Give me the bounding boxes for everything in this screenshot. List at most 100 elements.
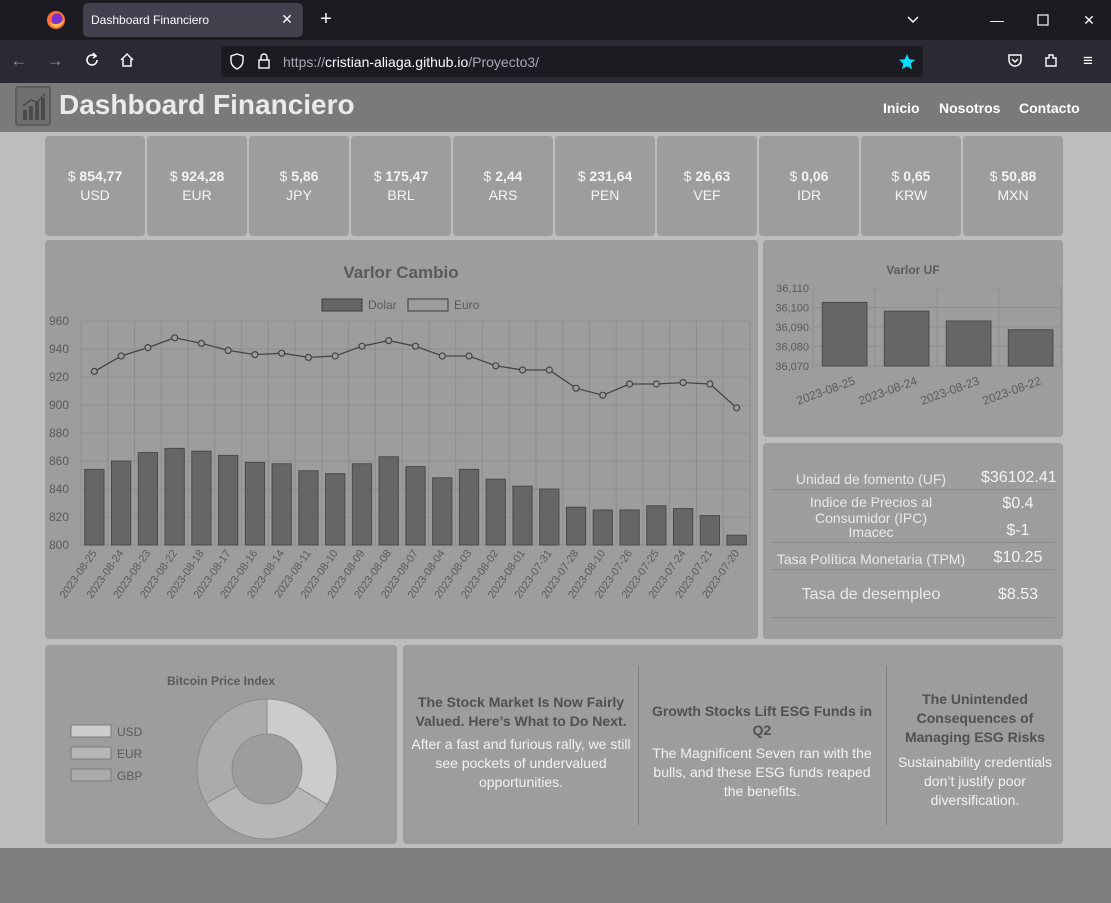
point-euro	[438, 352, 446, 360]
news-item[interactable]: Growth Stocks Lift ESG Funds in Q2 The M…	[643, 702, 881, 801]
indicator-value: $0.4	[1002, 495, 1034, 512]
point-euro	[197, 339, 206, 348]
pocket-icon[interactable]	[1005, 51, 1025, 71]
doughnut-slice	[196, 698, 268, 805]
point-euro	[465, 352, 473, 360]
back-icon[interactable]: ←	[9, 51, 29, 71]
indicator-value: $36102.41	[981, 469, 1057, 486]
legend-swatch-dolar	[321, 298, 363, 312]
currency-card: $ 231,64 PEN	[555, 136, 655, 236]
firefox-icon	[47, 11, 65, 29]
y-tick-label: 880	[49, 426, 69, 440]
currency-card: $ 2,44 ARS	[453, 136, 553, 236]
y-tick-label: 820	[49, 510, 69, 524]
tab-title: Dashboard Financiero	[91, 13, 210, 27]
legend-label: USD	[117, 725, 143, 739]
x-tick-label: 2023-08-24	[857, 374, 920, 408]
bookmark-star-icon[interactable]	[898, 53, 916, 71]
y-tick-label: 36,100	[775, 303, 809, 315]
point-euro	[117, 352, 125, 360]
bar-dolar	[512, 485, 533, 546]
x-tick-label: 2023-08-22	[981, 374, 1044, 408]
indicator-row: Indice de Precios al Consumidor (IPC) $0…	[771, 490, 1055, 526]
menu-inicio[interactable]: Inicio	[883, 100, 920, 116]
bitcoin-chart-panel: Bitcoin Price Index USD EUR GBP	[45, 645, 397, 844]
tab-list-chevron-icon[interactable]	[903, 10, 923, 30]
indicator-row: Unidad de fomento (UF) $36102.41	[771, 463, 1057, 490]
y-tick-label: 860	[49, 454, 69, 468]
bar-dolar	[191, 450, 212, 546]
indicator-name: Tasa Política Monetaria (TPM)	[776, 551, 966, 567]
point-euro	[90, 367, 98, 375]
maximize-button[interactable]	[1033, 10, 1053, 30]
currency-card: $ 0,65 KRW	[861, 136, 961, 236]
bar-dolar	[111, 460, 132, 546]
extensions-icon[interactable]	[1041, 51, 1061, 71]
y-tick-label: 920	[49, 370, 69, 384]
close-window-button[interactable]: ✕	[1079, 10, 1099, 30]
legend-label-dolar: Dolar	[368, 298, 397, 312]
news-panel: The Stock Market Is Now Fairly Valued. H…	[403, 645, 1063, 844]
indicator-name: Tasa de desempleo	[801, 586, 941, 603]
currency-code: PEN	[590, 187, 620, 203]
indicator-row: Imacec $-1	[771, 516, 1055, 543]
menu-contacto[interactable]: Contacto	[1019, 100, 1080, 116]
y-tick-label: 940	[49, 342, 69, 356]
forward-icon[interactable]: →	[45, 51, 65, 71]
news-title[interactable]: The Unintended Consequences of Managing …	[893, 690, 1057, 747]
point-euro	[599, 391, 607, 399]
exchange-chart-panel: Varlor Cambio Dolar Euro 800 820 840 860 880 900…	[45, 240, 758, 639]
menu-icon[interactable]: ≡	[1078, 51, 1098, 71]
currency-code: ARS	[488, 187, 518, 203]
currency-value: $ 231,64	[577, 168, 633, 184]
news-item[interactable]: The Unintended Consequences of Managing …	[893, 690, 1057, 810]
url-bar[interactable]: https://cristian-aliaga.github.io/Proyec…	[221, 46, 923, 77]
y-tick-label: 36,090	[775, 322, 809, 334]
chart-title: Varlor Cambio	[343, 263, 458, 282]
currency-value: $ 5,86	[279, 168, 319, 184]
bar-dolar	[84, 468, 105, 546]
y-tick-label: 36,070	[775, 361, 809, 373]
indicator-value: $10.25	[993, 549, 1043, 566]
bar-uf	[821, 301, 868, 367]
bar-dolar	[298, 470, 319, 546]
chart-title: Varlor UF	[886, 263, 939, 277]
close-tab-icon[interactable]: ✕	[279, 11, 295, 27]
shield-icon[interactable]	[229, 53, 245, 70]
news-item[interactable]: The Stock Market Is Now Fairly Valued. H…	[411, 693, 631, 792]
bar-dolar	[432, 477, 453, 546]
point-euro	[679, 379, 687, 387]
menu-nosotros[interactable]: Nosotros	[939, 100, 1000, 116]
new-tab-button[interactable]: +	[316, 9, 336, 29]
bar-dolar	[351, 463, 373, 546]
indicator-row: Tasa de desempleo $8.53	[771, 570, 1055, 618]
lock-icon[interactable]	[257, 53, 271, 70]
uf-chart: Varlor UF 36,070 36,080 36,090 36,100 36,110 2…	[775, 263, 1062, 408]
point-euro	[331, 352, 339, 360]
bar-dolar	[271, 463, 292, 546]
currency-card: $ 924,28 EUR	[147, 136, 247, 236]
currency-card: $ 854,77 USD	[45, 136, 145, 236]
news-divider	[886, 665, 887, 825]
browser-tab[interactable]: Dashboard Financiero ✕	[83, 3, 303, 37]
y-tick-label: 840	[49, 482, 69, 496]
reload-icon[interactable]	[82, 51, 102, 71]
minimize-button[interactable]: —	[987, 10, 1007, 30]
point-euro	[278, 349, 286, 357]
point-euro	[625, 380, 634, 388]
bar-dolar	[539, 488, 560, 546]
bar-dolar	[646, 505, 667, 546]
home-icon[interactable]	[117, 51, 137, 71]
url-text: https://cristian-aliaga.github.io/Proyec…	[283, 54, 539, 70]
currency-code: IDR	[796, 187, 822, 203]
currency-card: $ 26,63 VEF	[657, 136, 757, 236]
bar-dolar	[405, 466, 426, 546]
bar-uf	[883, 310, 930, 367]
currency-value: $ 924,28	[169, 168, 225, 184]
bar-dolar	[565, 506, 587, 546]
bar-dolar	[458, 468, 480, 546]
y-tick-label: 960	[49, 314, 69, 328]
news-title[interactable]: The Stock Market Is Now Fairly Valued. H…	[411, 693, 631, 731]
news-title[interactable]: Growth Stocks Lift ESG Funds in Q2	[643, 702, 881, 740]
currency-card: $ 0,06 IDR	[759, 136, 859, 236]
